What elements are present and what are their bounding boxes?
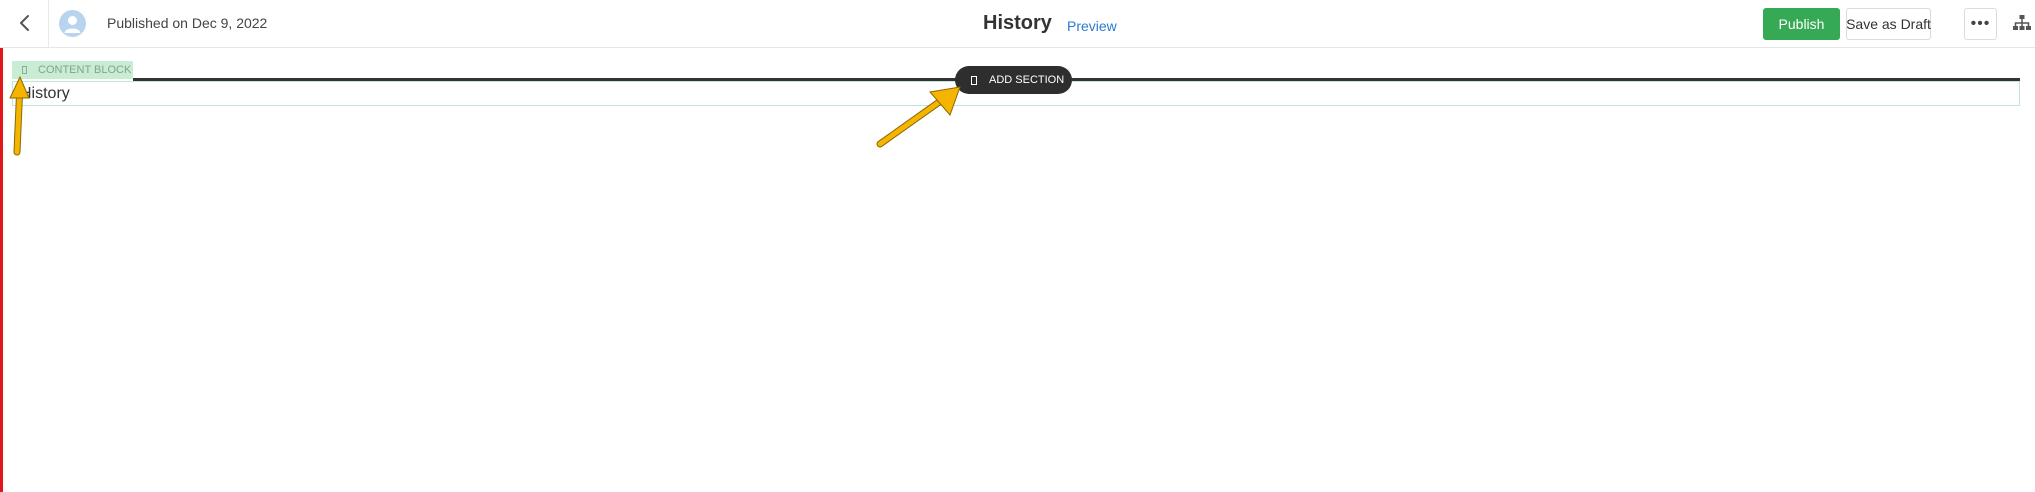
- section-divider-line: [133, 78, 2020, 81]
- avatar[interactable]: [59, 10, 86, 37]
- content-text[interactable]: History: [20, 85, 70, 103]
- back-button[interactable]: [10, 8, 40, 38]
- sitemap-icon: [2013, 15, 2031, 30]
- top-bar: Published on Dec 9, 2022 History Preview…: [0, 0, 2035, 48]
- content-block-tag[interactable]: CONTENT BLOCK: [12, 61, 133, 79]
- sitemap-button[interactable]: [2011, 12, 2033, 34]
- header-divider: [48, 0, 49, 47]
- user-icon: [64, 16, 81, 33]
- save-as-draft-button[interactable]: Save as Draft: [1846, 8, 1931, 40]
- more-options-button[interactable]: •••: [1964, 8, 1997, 40]
- section-icon: [971, 75, 977, 85]
- page: Published on Dec 9, 2022 History Preview…: [0, 0, 2035, 492]
- published-date: Published on Dec 9, 2022: [107, 15, 268, 31]
- preview-link[interactable]: Preview: [1067, 18, 1117, 34]
- content-block-label: CONTENT BLOCK: [38, 64, 132, 76]
- add-section-label: ADD SECTION: [989, 74, 1065, 86]
- block-icon: [22, 66, 27, 74]
- page-title: History: [983, 12, 1052, 34]
- chevron-left-icon: [20, 15, 29, 31]
- ellipsis-icon: •••: [1970, 15, 1991, 32]
- publish-button[interactable]: Publish: [1763, 8, 1840, 40]
- left-edge-border: [0, 0, 3, 492]
- add-section-button[interactable]: ADD SECTION: [955, 66, 1072, 94]
